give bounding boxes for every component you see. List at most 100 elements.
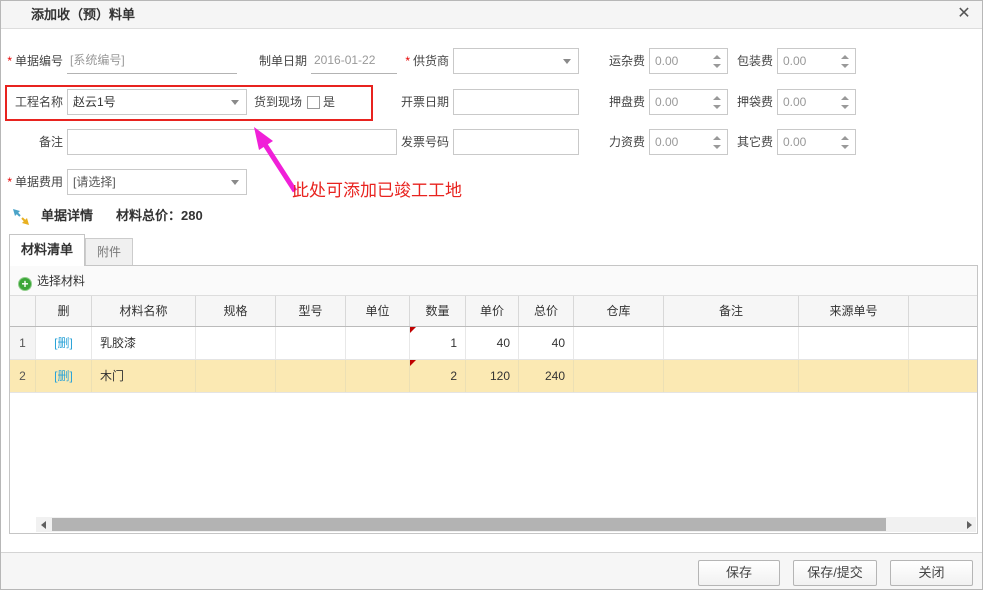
- project-name-select[interactable]: 赵云1号: [67, 89, 247, 115]
- add-circle-icon: +: [18, 277, 32, 291]
- table-header-row: 删 材料名称 规格 型号 单位 数量 单价 总价 仓库 备注 来源单号: [10, 296, 977, 327]
- cell-material-name[interactable]: 乳胶漆: [92, 327, 196, 359]
- packing-fee-label: 包装费: [729, 48, 773, 74]
- invoice-no-label: 发票号码: [397, 129, 449, 155]
- other-fee-spinner[interactable]: 0.00: [777, 129, 856, 155]
- col-header-remark[interactable]: 备注: [664, 296, 799, 326]
- doc-no-field[interactable]: [系统编号]: [67, 48, 237, 74]
- scrollbar-thumb[interactable]: [52, 518, 886, 531]
- freight-fee-spinner[interactable]: 0.00: [649, 48, 728, 74]
- table-row[interactable]: 1 [删] 乳胶漆 1 40 40: [10, 327, 977, 360]
- spinner-down-icon[interactable]: [713, 64, 721, 68]
- supplier-select[interactable]: [453, 48, 579, 74]
- spinner-down-icon[interactable]: [841, 64, 849, 68]
- goods-onsite-checkbox[interactable]: [307, 96, 320, 109]
- tab-material-list[interactable]: 材料清单: [9, 234, 85, 266]
- packing-fee-spinner[interactable]: 0.00: [777, 48, 856, 74]
- cell-spec[interactable]: [196, 327, 276, 359]
- scroll-left-icon[interactable]: [36, 517, 51, 532]
- col-header-unit[interactable]: 单位: [346, 296, 410, 326]
- doc-expense-select[interactable]: [请选择]: [67, 169, 247, 195]
- goods-onsite-checkbox-label: 是: [323, 89, 339, 115]
- cell-price[interactable]: 40: [466, 327, 519, 359]
- spinner-down-icon[interactable]: [713, 145, 721, 149]
- save-button[interactable]: 保存: [698, 560, 780, 586]
- col-header-qty[interactable]: 数量: [410, 296, 466, 326]
- cell-qty[interactable]: 1: [410, 327, 466, 359]
- chevron-down-icon: [231, 180, 239, 185]
- scroll-right-icon[interactable]: [961, 517, 976, 532]
- cell-unit[interactable]: [346, 327, 410, 359]
- spinner-up-icon[interactable]: [841, 136, 849, 140]
- labor-fee-spinner[interactable]: 0.00: [649, 129, 728, 155]
- col-header-delete[interactable]: 删: [36, 296, 92, 326]
- cell-total[interactable]: 240: [519, 360, 574, 392]
- table-row[interactable]: 2 [删] 木门 2 120 240: [10, 360, 977, 393]
- freight-fee-label: 运杂费: [601, 48, 645, 74]
- chevron-down-icon: [563, 59, 571, 64]
- invoice-date-input[interactable]: [453, 89, 579, 115]
- row-number: 2: [10, 360, 36, 392]
- remark-label: 备注: [1, 129, 63, 155]
- spinner-up-icon[interactable]: [713, 136, 721, 140]
- doc-expense-label: *单据费用: [1, 169, 63, 195]
- collapse-arrows-icon[interactable]: [12, 208, 30, 226]
- col-header-total[interactable]: 总价: [519, 296, 574, 326]
- remark-input[interactable]: [67, 129, 397, 155]
- spinner-down-icon[interactable]: [841, 105, 849, 109]
- chevron-down-icon: [231, 100, 239, 105]
- cell-remark[interactable]: [664, 327, 799, 359]
- col-header-model[interactable]: 型号: [276, 296, 346, 326]
- cell-qty[interactable]: 2: [410, 360, 466, 392]
- spinner-up-icon[interactable]: [841, 96, 849, 100]
- other-fee-label: 其它费: [729, 129, 773, 155]
- cell-total[interactable]: 40: [519, 327, 574, 359]
- col-header-warehouse[interactable]: 仓库: [574, 296, 664, 326]
- add-receipt-order-dialog: 添加收（预）料单 ✕ *单据编号 [系统编号] 制单日期 2016-01-22 …: [0, 0, 983, 590]
- select-material-button[interactable]: +选择材料: [18, 272, 85, 290]
- cell-warehouse[interactable]: [574, 327, 664, 359]
- close-icon[interactable]: ✕: [954, 1, 974, 27]
- bag-fee-label: 押袋费: [729, 89, 773, 115]
- cell-source[interactable]: [799, 327, 909, 359]
- invoice-no-input[interactable]: [453, 129, 579, 155]
- dialog-title: 添加收（预）料单: [31, 1, 135, 29]
- horizontal-scrollbar[interactable]: [36, 517, 976, 532]
- col-header-source[interactable]: 来源单号: [799, 296, 909, 326]
- save-submit-button[interactable]: 保存/提交: [793, 560, 877, 586]
- cell-spec[interactable]: [196, 360, 276, 392]
- col-header-spec[interactable]: 规格: [196, 296, 276, 326]
- labor-fee-label: 力资费: [601, 129, 645, 155]
- cell-model[interactable]: [276, 360, 346, 392]
- col-header-filler: [909, 296, 977, 326]
- goods-onsite-label: 货到现场: [254, 89, 304, 115]
- close-button[interactable]: 关闭: [890, 560, 973, 586]
- supplier-label: *供货商: [389, 48, 449, 74]
- cell-price[interactable]: 120: [466, 360, 519, 392]
- tray-fee-spinner[interactable]: 0.00: [649, 89, 728, 115]
- tab-attachments[interactable]: 附件: [85, 238, 133, 266]
- project-name-label: 工程名称: [1, 89, 63, 115]
- delete-row-link[interactable]: [删]: [54, 369, 73, 383]
- col-header-name[interactable]: 材料名称: [92, 296, 196, 326]
- col-header-price[interactable]: 单价: [466, 296, 519, 326]
- col-header-rownum: [10, 296, 36, 326]
- spinner-down-icon[interactable]: [841, 145, 849, 149]
- cell-source[interactable]: [799, 360, 909, 392]
- detail-header: 单据详情 材料总价：280: [1, 204, 982, 230]
- cell-warehouse[interactable]: [574, 360, 664, 392]
- spinner-down-icon[interactable]: [713, 105, 721, 109]
- editable-corner-icon: [410, 327, 416, 333]
- spinner-up-icon[interactable]: [713, 55, 721, 59]
- cell-material-name[interactable]: 木门: [92, 360, 196, 392]
- cell-model[interactable]: [276, 327, 346, 359]
- doc-expense-value: [请选择]: [68, 170, 246, 194]
- delete-row-link[interactable]: [删]: [54, 336, 73, 350]
- spinner-up-icon[interactable]: [841, 55, 849, 59]
- spinner-up-icon[interactable]: [713, 96, 721, 100]
- cell-remark[interactable]: [664, 360, 799, 392]
- make-date-field[interactable]: 2016-01-22: [311, 48, 397, 74]
- make-date-label: 制单日期: [249, 48, 307, 74]
- cell-unit[interactable]: [346, 360, 410, 392]
- bag-fee-spinner[interactable]: 0.00: [777, 89, 856, 115]
